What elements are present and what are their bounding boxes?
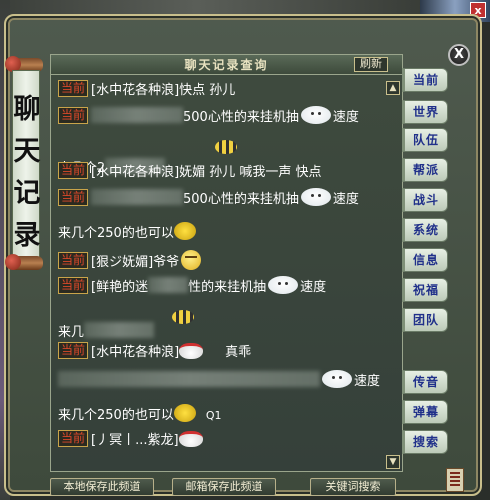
tab-info[interactable]: 信息: [402, 248, 448, 272]
chat-text: [水中花各种浪]: [91, 345, 180, 360]
chat-text: [水中花各种浪]快点 孙儿: [91, 83, 236, 98]
chat-line: 当前 500心性的来挂机抽 速度: [58, 106, 359, 128]
chat-suffix: 速度: [332, 192, 359, 207]
chat-suffix: 速度: [354, 374, 381, 389]
yellow-emoticon-icon: [173, 222, 196, 240]
chat-text: 500心性的来挂机抽: [183, 110, 299, 125]
tab-world[interactable]: 世界: [402, 100, 448, 124]
chat-text: [鲜艳的迷: [91, 280, 149, 295]
channel-tag[interactable]: 当前: [58, 107, 89, 124]
tab-group[interactable]: 团队: [402, 308, 448, 332]
scroll-rod-bottom: [5, 254, 43, 270]
chat-text: [狠ジ妩媚]爷爷: [91, 255, 180, 270]
chat-line: 当前 [丿冥丨...紫龙]: [58, 430, 203, 452]
chat-suffix: 速度: [300, 280, 327, 295]
tab-system[interactable]: 系统: [402, 218, 448, 242]
chat-text: [丿冥丨...紫龙]: [91, 433, 179, 448]
blurred-text: [148, 277, 189, 293]
chat-line: 来几个250的也可以 Q1: [58, 404, 222, 426]
channel-tag[interactable]: 当前: [58, 277, 89, 294]
scroll-title-ornament: 聊天记录: [5, 56, 46, 270]
chat-line: 当前 [鲜艳的迷 性的来挂机抽 速度: [58, 276, 326, 298]
chat-line: 当前 [水中花各种浪]快点 孙儿: [58, 80, 235, 102]
chat-suffix: 速度: [332, 110, 359, 125]
seal-icon: [446, 468, 464, 492]
close-icon[interactable]: X: [448, 44, 470, 66]
yellow-emoticon-icon: [173, 404, 196, 422]
smiley-emoticon-icon: [181, 250, 202, 270]
chat-text: [水中花各种浪]妩媚 孙儿 喊我一声 快点: [91, 165, 322, 180]
chat-text: 来几: [58, 325, 85, 340]
bubble-emoticon-icon: [268, 276, 299, 294]
chat-line: 当前 [狠ジ妩媚]爷爷: [58, 250, 202, 272]
bee-emoticon-icon: [215, 140, 238, 154]
scroll-knob-icon: [5, 254, 21, 270]
tab-battle[interactable]: 战斗: [402, 188, 448, 212]
chat-text: 来几个250的也可以: [58, 226, 174, 241]
refresh-button[interactable]: 刷新: [354, 57, 388, 72]
pig-emoticon-icon: [179, 343, 204, 359]
channel-tag[interactable]: 当前: [58, 189, 89, 206]
tab-guild[interactable]: 帮派: [402, 158, 448, 182]
tab-whisper[interactable]: 传音: [402, 370, 448, 394]
blurred-name: [91, 189, 184, 205]
chat-line: 当前 [水中花各种浪]妩媚 孙儿 喊我一声 快点: [58, 162, 322, 184]
channel-tag[interactable]: 当前: [58, 342, 89, 359]
chat-history-window: 聊天记录 聊天记录查询 刷新 ▲ 当前 [水中花各种浪]快点 孙儿 当前 500心性…: [4, 14, 482, 496]
chat-line: 来几个250的也可以: [58, 222, 196, 244]
tab-blessing[interactable]: 祝福: [402, 278, 448, 302]
chat-text-mid: 性的来挂机抽: [188, 280, 267, 295]
scroll-paper: 聊天记录: [12, 70, 41, 258]
keyword-search-button[interactable]: 关键词搜索: [310, 478, 396, 496]
local-save-button[interactable]: 本地保存此频道: [50, 478, 154, 496]
bubble-emoticon-icon: [322, 370, 352, 388]
panel-title: 聊天记录查询: [184, 58, 269, 72]
tab-team[interactable]: 队伍: [402, 128, 448, 152]
chat-text: 来几个250的也可以: [58, 408, 174, 423]
panel-header: 聊天记录查询 刷新: [51, 55, 402, 75]
bubble-emoticon-icon: [300, 106, 331, 124]
chat-line: 当前 [水中花各种浪] 真乖: [58, 342, 251, 364]
channel-tag[interactable]: 当前: [58, 430, 89, 447]
tab-danmaku[interactable]: 弹幕: [402, 400, 448, 424]
mail-save-button[interactable]: 邮箱保存此频道: [172, 478, 276, 496]
chat-text-after: 真乖: [225, 345, 252, 360]
channel-tag[interactable]: 当前: [58, 162, 89, 179]
chat-line: 当前 500心性的来挂机抽 速度: [58, 188, 359, 210]
tab-current[interactable]: 当前: [402, 68, 448, 92]
scroll-down-icon[interactable]: ▼: [386, 455, 400, 469]
chat-line: 速度: [58, 370, 380, 392]
chat-text: 500心性的来挂机抽: [183, 192, 299, 207]
channel-tag[interactable]: 当前: [58, 80, 89, 97]
scroll-up-icon[interactable]: ▲: [386, 81, 400, 95]
chat-log-panel[interactable]: 聊天记录查询 刷新 ▲ 当前 [水中花各种浪]快点 孙儿 当前 500心性的来挂机抽…: [50, 54, 403, 472]
blurred-text: [84, 322, 155, 338]
blurred-name: [91, 107, 184, 123]
chat-line: 来几个2: [58, 140, 238, 176]
tab-search[interactable]: 搜索: [402, 430, 448, 454]
blurred-text: [58, 371, 320, 387]
pig-emoticon-icon: [178, 431, 203, 447]
bee-emoticon-icon: [172, 310, 195, 324]
bubble-emoticon-icon: [300, 188, 331, 206]
channel-tag[interactable]: 当前: [58, 252, 89, 269]
chat-text-after: Q1: [205, 409, 222, 422]
chat-line: 来几: [58, 310, 195, 340]
scroll-title-text: 聊天记录: [13, 94, 41, 251]
